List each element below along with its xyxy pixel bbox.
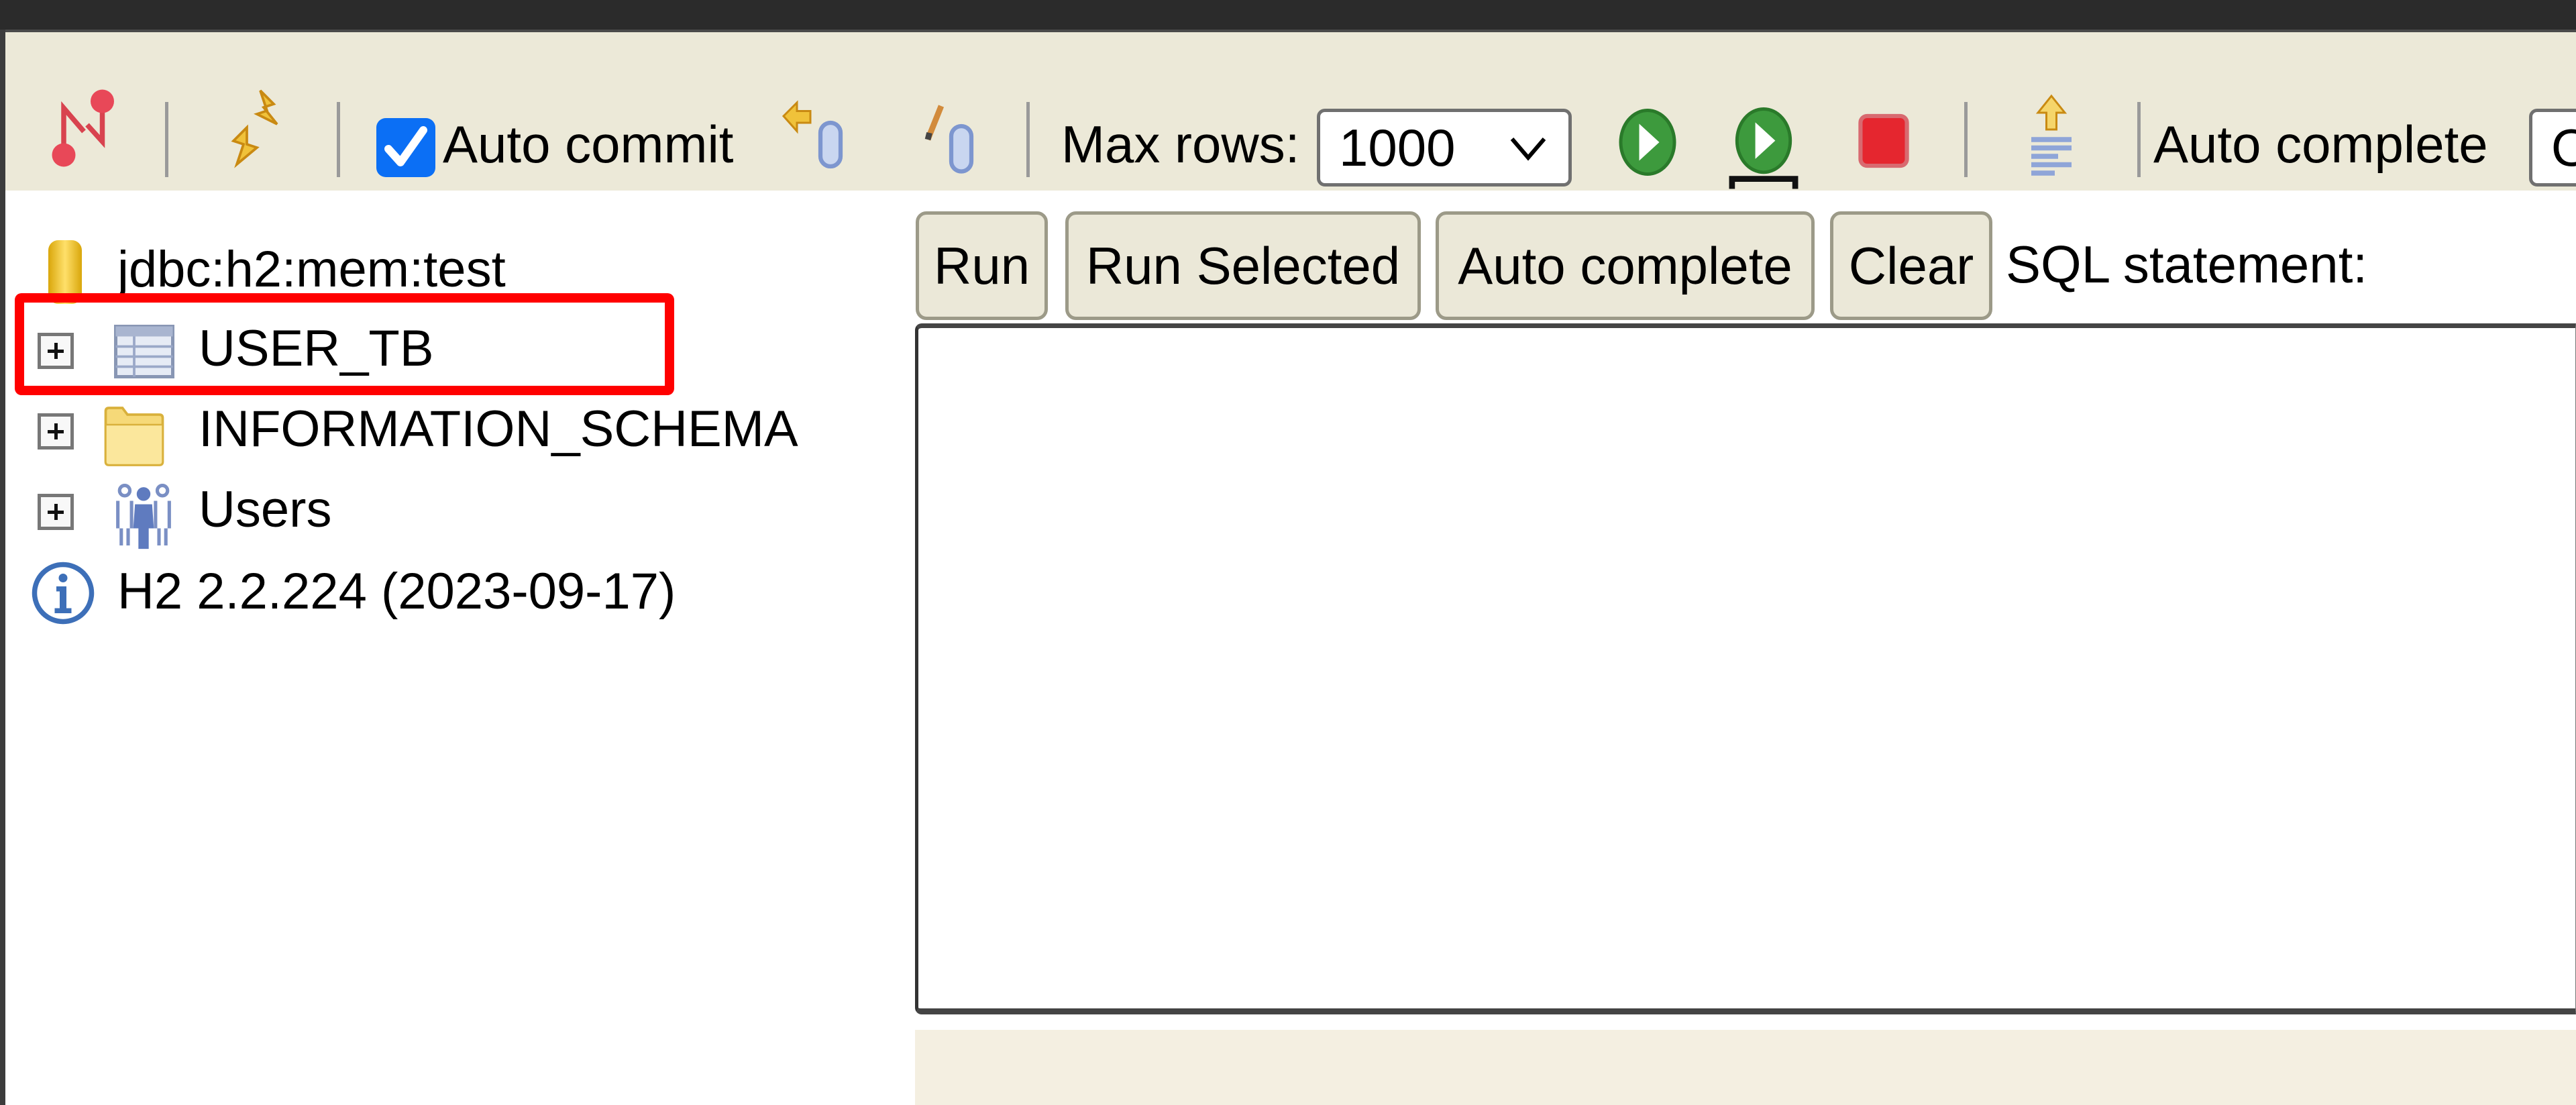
expand-icon[interactable] <box>38 413 74 450</box>
toolbar-separator <box>1026 102 1030 177</box>
run-icon[interactable] <box>1614 109 1681 176</box>
auto-complete-label: Auto complete <box>2153 115 2488 174</box>
sql-input[interactable] <box>915 323 2576 1014</box>
checkmark-icon <box>384 126 427 166</box>
rollback-icon[interactable] <box>777 99 857 173</box>
chevron-down-icon <box>1508 112 1548 183</box>
toolbar: Auto commit Max rows: 1000 Auto complete <box>5 32 2576 191</box>
window-title-bar <box>0 0 2576 32</box>
run-button[interactable]: Run <box>916 211 1048 320</box>
auto-commit-label: Auto commit <box>443 115 734 174</box>
max-rows-value: 1000 <box>1339 118 1456 177</box>
run-selected-icon[interactable] <box>1727 107 1801 191</box>
clear-button[interactable]: Clear <box>1830 211 1992 320</box>
tree-version: H2 2.2.224 (2023-09-17) <box>0 556 872 629</box>
sql-statement-label: SQL statement: <box>2006 235 2368 294</box>
tree-connection-label: jdbc:h2:mem:test <box>117 241 506 298</box>
stop-icon[interactable] <box>1857 113 1911 169</box>
auto-commit-checkbox[interactable] <box>376 118 435 177</box>
toolbar-separator <box>1964 102 1968 177</box>
toolbar-separator <box>2137 102 2141 177</box>
toolbar-separator <box>165 102 168 177</box>
users-icon <box>116 484 171 549</box>
history-icon[interactable] <box>2021 93 2082 187</box>
max-rows-select[interactable]: 1000 <box>1317 109 1572 187</box>
expand-icon[interactable] <box>38 494 74 530</box>
commit-icon[interactable] <box>918 99 985 176</box>
highlight-annotation <box>15 293 674 395</box>
refresh-icon[interactable] <box>220 81 301 174</box>
max-rows-label: Max rows: <box>1061 115 1300 174</box>
version-label: H2 2.2.224 (2023-09-17) <box>117 563 676 620</box>
auto-complete-value: Off <box>2551 118 2576 177</box>
tree-item-label: INFORMATION_SCHEMA <box>199 401 798 458</box>
disconnect-icon[interactable] <box>47 85 121 172</box>
tree-item-users[interactable]: Users <box>0 474 671 549</box>
run-selected-button[interactable]: Run Selected <box>1065 211 1421 320</box>
toolbar-separator <box>337 102 340 177</box>
schema-tree: jdbc:h2:mem:test USER_TB INFORMATION_SCH… <box>0 195 899 1105</box>
tree-item-information-schema[interactable]: INFORMATION_SCHEMA <box>0 393 872 467</box>
auto-complete-select[interactable]: Off <box>2529 109 2576 187</box>
tree-item-label: Users <box>199 481 332 538</box>
info-icon <box>32 562 95 625</box>
result-panel <box>915 1030 2576 1105</box>
auto-complete-button[interactable]: Auto complete <box>1436 211 1815 320</box>
folder-icon <box>104 407 164 466</box>
